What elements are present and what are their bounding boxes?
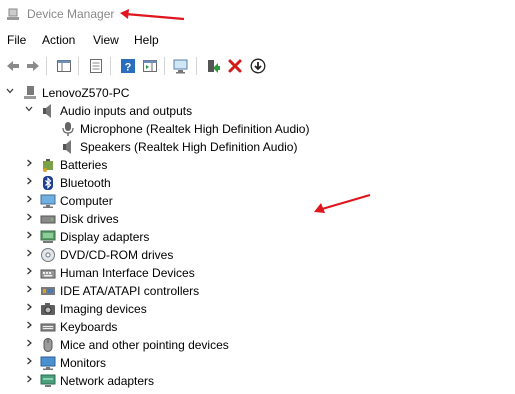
category-label: Keyboards (60, 320, 118, 334)
collapse-chevron-icon[interactable] (5, 85, 15, 97)
help-icon[interactable]: ? (118, 56, 138, 76)
disable-device-icon[interactable] (248, 56, 268, 76)
device-manager-icon (6, 8, 20, 25)
expand-chevron-icon[interactable] (24, 337, 34, 349)
display-adapter-icon (40, 229, 56, 245)
show-hidden-icon[interactable] (86, 56, 106, 76)
action-pane-icon[interactable] (140, 56, 160, 76)
tree-device-microphone[interactable]: Microphone (Realtek High Definition Audi… (60, 120, 309, 138)
expand-chevron-icon[interactable] (24, 373, 34, 385)
category-label: Monitors (60, 356, 107, 370)
menu-help[interactable]: Help (134, 33, 159, 47)
title-bar: Device Manager (0, 0, 515, 30)
category-label: Bluetooth (60, 176, 111, 190)
dvd-drive-icon (40, 247, 56, 263)
tree-device-speakers[interactable]: Speakers (Realtek High Definition Audio) (60, 138, 297, 156)
expand-chevron-icon[interactable] (24, 265, 34, 277)
speaker-icon (60, 139, 76, 155)
menu-action[interactable]: Action (42, 33, 75, 47)
toolbar-separator (164, 57, 165, 75)
category-label: Batteries (60, 158, 108, 172)
bluetooth-icon (40, 175, 56, 191)
toolbar-separator (78, 57, 79, 75)
tree-category-imaging-devices[interactable]: Imaging devices (40, 300, 147, 318)
tree-category-bluetooth[interactable]: Bluetooth (40, 174, 111, 192)
keyboard-icon (40, 319, 56, 335)
category-label: Audio inputs and outputs (60, 104, 193, 118)
expand-chevron-icon[interactable] (24, 157, 34, 169)
menu-bar: File Action View Help (0, 31, 515, 51)
tree-category-computer[interactable]: Computer (40, 192, 113, 210)
category-label: DVD/CD-ROM drives (60, 248, 174, 262)
camera-icon (40, 301, 56, 317)
tree-category-disk-drives[interactable]: Disk drives (40, 210, 119, 228)
svg-text:?: ? (125, 62, 132, 74)
window-title: Device Manager (27, 7, 115, 21)
menu-view[interactable]: View (93, 33, 119, 47)
back-icon[interactable] (3, 56, 23, 76)
scan-hardware-icon[interactable] (171, 56, 191, 76)
category-label: IDE ATA/ATAPI controllers (60, 284, 200, 298)
device-label: Microphone (Realtek High Definition Audi… (80, 122, 310, 136)
collapse-chevron-icon[interactable] (24, 103, 34, 115)
expand-chevron-icon[interactable] (24, 355, 34, 367)
battery-icon (40, 157, 56, 173)
toolbar-separator (196, 57, 197, 75)
monitor-icon (40, 355, 56, 371)
hid-icon (40, 265, 56, 281)
uninstall-icon[interactable] (225, 56, 245, 76)
tree-category-ide-ata-atapi-controllers[interactable]: IDE ATA/ATAPI controllers (40, 282, 199, 300)
tree-category-audio[interactable]: Audio inputs and outputs (40, 102, 192, 120)
expand-chevron-icon[interactable] (24, 283, 34, 295)
computer-name: LenovoZ570-PC (42, 86, 130, 100)
expand-chevron-icon[interactable] (24, 301, 34, 313)
annotation-arrow-microphone (314, 193, 371, 213)
tree-category-network-adapters[interactable]: Network adapters (40, 372, 154, 390)
tree-root-computer[interactable]: LenovoZ570-PC (22, 84, 129, 102)
category-label: Mice and other pointing devices (60, 338, 229, 352)
expand-chevron-icon[interactable] (24, 229, 34, 241)
category-label: Network adapters (60, 374, 155, 388)
device-label: Speakers (Realtek High Definition Audio) (80, 140, 298, 154)
category-label: Imaging devices (60, 302, 147, 316)
category-label: Computer (60, 194, 113, 208)
tree-category-keyboards[interactable]: Keyboards (40, 318, 117, 336)
disk-drive-icon (40, 211, 56, 227)
ide-controller-icon (40, 283, 56, 299)
forward-icon[interactable] (23, 56, 43, 76)
network-adapter-icon (40, 373, 56, 389)
category-label: Human Interface Devices (60, 266, 195, 280)
tree-category-mice-and-other-pointing-devices[interactable]: Mice and other pointing devices (40, 336, 229, 354)
toolbar-separator (110, 57, 111, 75)
tree-category-batteries[interactable]: Batteries (40, 156, 107, 174)
category-label: Display adapters (60, 230, 150, 244)
category-label: Disk drives (60, 212, 119, 226)
tree-category-display-adapters[interactable]: Display adapters (40, 228, 149, 246)
tree-category-monitors[interactable]: Monitors (40, 354, 106, 372)
expand-chevron-icon[interactable] (24, 247, 34, 259)
update-driver-icon[interactable] (203, 56, 223, 76)
computer-root-icon (22, 85, 38, 101)
expand-chevron-icon[interactable] (24, 193, 34, 205)
tree-category-dvd-cd-rom-drives[interactable]: DVD/CD-ROM drives (40, 246, 173, 264)
toolbar: ? (0, 53, 515, 79)
menu-file[interactable]: File (7, 33, 26, 47)
speaker-icon (40, 103, 56, 119)
toolbar-separator (46, 57, 47, 75)
expand-chevron-icon[interactable] (24, 319, 34, 331)
properties-pane-icon[interactable] (54, 56, 74, 76)
expand-chevron-icon[interactable] (24, 175, 34, 187)
microphone-icon (60, 121, 76, 137)
computer-icon (40, 193, 56, 209)
expand-chevron-icon[interactable] (24, 211, 34, 223)
tree-category-human-interface-devices[interactable]: Human Interface Devices (40, 264, 195, 282)
mouse-icon (40, 337, 56, 353)
